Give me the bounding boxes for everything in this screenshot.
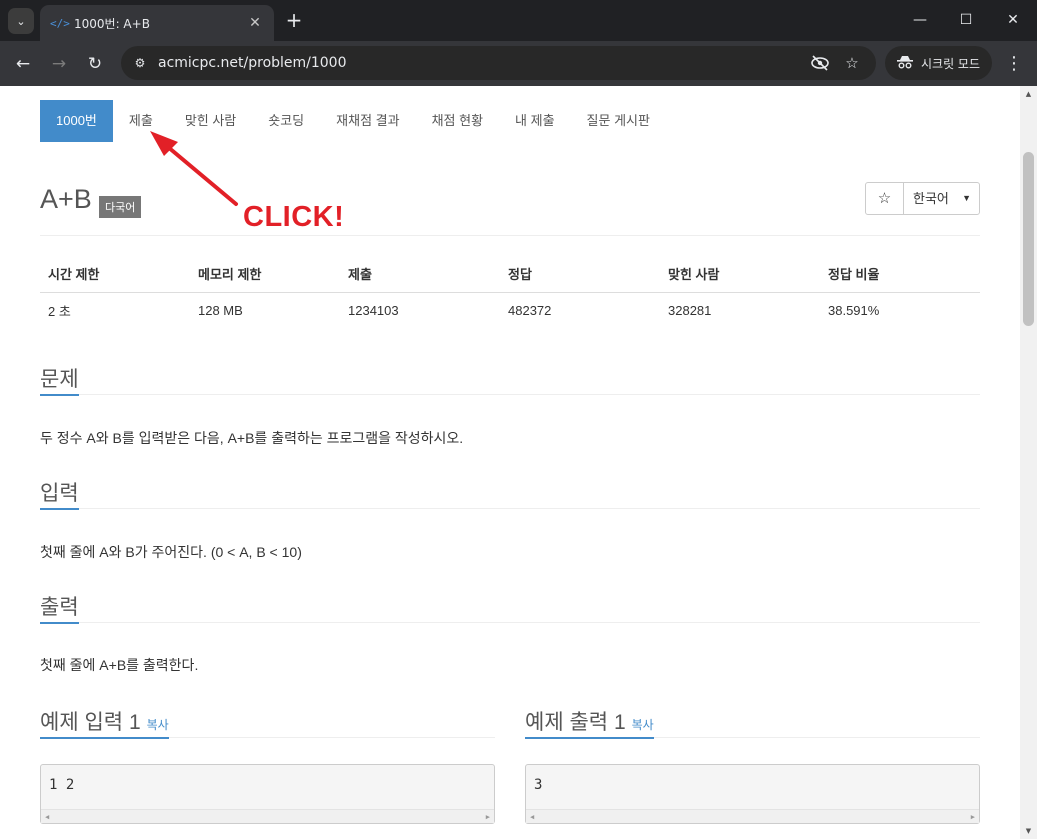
incognito-badge[interactable]: 시크릿 모드 — [885, 46, 992, 80]
sample-output-heading: 예제 출력 1 복사 — [525, 706, 654, 739]
tab-title: 1000번: A+B — [74, 16, 150, 31]
input-description: 첫째 줄에 A와 B가 주어진다. (0 < A, B < 10) — [40, 544, 302, 560]
table-cell: 328281 — [668, 302, 712, 318]
copy-output-link[interactable]: 복사 — [632, 718, 654, 732]
column-header: 정답 비율 — [820, 256, 980, 293]
table-cell: 2 초 — [48, 303, 71, 319]
scroll-thumb[interactable] — [1023, 152, 1034, 326]
sample-input-heading-row: 예제 입력 1 복사 — [40, 704, 495, 739]
column-header: 메모리 제한 — [190, 256, 340, 293]
bookmark-star-icon[interactable]: ☆ — [842, 53, 862, 73]
language-select[interactable]: 한국어 ▼ — [903, 182, 980, 215]
maximize-icon[interactable]: ☐ — [943, 8, 989, 32]
sample-input-heading-label: 예제 입력 1 — [40, 711, 141, 734]
problem-title: A+B — [40, 184, 92, 214]
table-cell: 1234103 — [348, 302, 399, 318]
multilang-badge: 다국어 — [99, 196, 142, 218]
nav-judge-status[interactable]: 채점 현황 — [416, 100, 499, 142]
tab-close-icon[interactable]: ✕ — [246, 15, 264, 31]
sample-output-box[interactable]: 3 ◀ ▶ — [525, 764, 980, 824]
input-heading: 입력 — [40, 477, 79, 510]
sample-output-heading-label: 예제 출력 1 — [525, 711, 626, 734]
incognito-label: 시크릿 모드 — [921, 56, 981, 71]
column-header: 시간 제한 — [40, 256, 190, 293]
favicon-icon: </> — [50, 16, 70, 30]
sample-output-value: 3 — [534, 777, 543, 793]
column-header: 제출 — [340, 256, 500, 293]
input-section-heading: 입력 — [40, 475, 980, 510]
caret-down-icon: ▼ — [962, 193, 971, 203]
incognito-icon — [897, 55, 913, 72]
sample-output-scrollbar[interactable]: ◀ ▶ — [526, 809, 979, 823]
problem-section-heading: 문제 — [40, 361, 980, 396]
table-cell: 482372 — [508, 302, 552, 318]
sample-input-heading: 예제 입력 1 복사 — [40, 706, 169, 739]
nav-solved-users[interactable]: 맞힌 사람 — [169, 100, 252, 142]
site-settings-icon[interactable]: ⚙ — [131, 54, 149, 72]
column-header: 맞힌 사람 — [660, 256, 820, 293]
problem-title-row: A+B 다국어 ☆ 한국어 ▼ — [40, 182, 980, 236]
scroll-up-icon[interactable]: ▲ — [1020, 86, 1037, 102]
nav-short-coding[interactable]: 숏코딩 — [252, 100, 320, 142]
table-row: 2 초 128 MB 1234103 482372 328281 38.591% — [40, 292, 980, 328]
minimize-icon[interactable]: — — [897, 8, 943, 32]
nav-rejudge-results[interactable]: 재채점 결과 — [320, 100, 415, 142]
scroll-right-icon[interactable]: ▶ — [486, 810, 490, 824]
sample-output-heading-row: 예제 출력 1 복사 — [525, 704, 980, 739]
nav-submit[interactable]: 제출 — [113, 100, 169, 142]
window-close-icon[interactable]: ✕ — [990, 8, 1036, 32]
favorite-star-button[interactable]: ☆ — [865, 182, 904, 215]
table-cell: 38.591% — [828, 302, 880, 318]
table-header-row: 시간 제한 메모리 제한 제출 정답 맞힌 사람 정답 비율 — [40, 256, 980, 293]
back-arrow-icon[interactable]: ← — [9, 50, 37, 78]
annotation-click-label: CLICK! — [243, 201, 345, 233]
sample-input-value: 1 2 — [49, 777, 75, 793]
nav-qna-board[interactable]: 질문 게시판 — [571, 100, 666, 142]
browser-toolbar: ← → ↻ ⚙ acmicpc.net/problem/1000 ☆ 시크릿 모… — [0, 41, 1037, 86]
eye-off-icon[interactable] — [810, 53, 830, 73]
output-heading: 출력 — [40, 591, 79, 624]
reload-icon[interactable]: ↻ — [81, 50, 109, 78]
output-section-heading: 출력 — [40, 589, 980, 624]
language-select-value: 한국어 — [913, 191, 949, 206]
sample-input-box[interactable]: 1 2 ◀ ▶ — [40, 764, 495, 824]
problem-description: 두 정수 A와 B를 입력받은 다음, A+B를 출력하는 프로그램을 작성하시… — [40, 430, 464, 446]
table-cell: 128 MB — [198, 302, 243, 318]
copy-input-link[interactable]: 복사 — [147, 718, 169, 732]
forward-arrow-icon[interactable]: → — [45, 50, 73, 78]
scroll-right-icon[interactable]: ▶ — [971, 810, 975, 824]
scroll-left-icon[interactable]: ◀ — [45, 810, 49, 824]
address-bar[interactable]: ⚙ acmicpc.net/problem/1000 ☆ — [121, 46, 876, 80]
output-description: 첫째 줄에 A+B를 출력한다. — [40, 657, 199, 673]
page-viewport: 1000번 제출 맞힌 사람 숏코딩 재채점 결과 채점 현황 내 제출 질문 … — [0, 86, 1037, 839]
page-scrollbar[interactable]: ▲ ▼ — [1020, 86, 1037, 839]
browser-tab[interactable]: </> 1000번: A+B ✕ — [40, 5, 274, 41]
scroll-left-icon[interactable]: ◀ — [530, 810, 534, 824]
problem-info-table: 시간 제한 메모리 제한 제출 정답 맞힌 사람 정답 비율 2 초 128 M… — [40, 256, 980, 328]
column-header: 정답 — [500, 256, 660, 293]
problem-nav: 1000번 제출 맞힌 사람 숏코딩 재채점 결과 채점 현황 내 제출 질문 … — [40, 100, 666, 142]
url-text[interactable]: acmicpc.net/problem/1000 — [158, 55, 347, 71]
sample-input-scrollbar[interactable]: ◀ ▶ — [41, 809, 494, 823]
tab-search-chevron-icon[interactable]: ⌄ — [8, 8, 34, 34]
browser-menu-icon[interactable]: ⋮ — [1002, 50, 1026, 78]
nav-my-submissions[interactable]: 내 제출 — [499, 100, 571, 142]
scroll-down-icon[interactable]: ▼ — [1020, 823, 1037, 839]
nav-problem-number[interactable]: 1000번 — [40, 100, 113, 142]
browser-tab-strip: ⌄ </> 1000번: A+B ✕ + — ☐ ✕ — [0, 0, 1037, 41]
new-tab-plus-icon[interactable]: + — [282, 8, 306, 32]
problem-heading: 문제 — [40, 363, 79, 396]
